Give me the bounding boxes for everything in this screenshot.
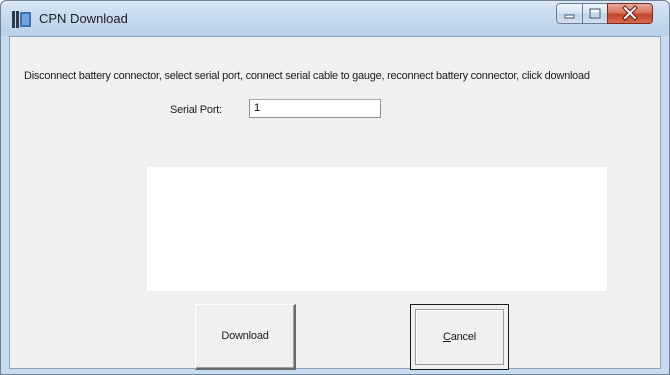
maximize-icon bbox=[589, 8, 601, 19]
cpn-download-window: CPN Download Disconnect battery connecto… bbox=[0, 0, 670, 375]
serial-port-label: Serial Port: bbox=[170, 104, 223, 116]
serial-port-input[interactable]: 1 bbox=[249, 99, 381, 118]
minimize-button[interactable] bbox=[556, 3, 583, 24]
cpn-app-icon bbox=[12, 11, 31, 28]
client-area: Disconnect battery connector, select ser… bbox=[9, 36, 661, 370]
cancel-button-label: Cancel bbox=[443, 331, 476, 343]
cancel-accelerator-key: C bbox=[442, 331, 451, 343]
minimize-icon bbox=[564, 14, 575, 19]
close-icon bbox=[622, 5, 638, 21]
download-button[interactable]: Download bbox=[195, 304, 296, 370]
close-button[interactable] bbox=[607, 3, 653, 24]
maximize-button[interactable] bbox=[582, 3, 608, 24]
cancel-label-rest: ancel bbox=[450, 331, 477, 343]
window-title: CPN Download bbox=[39, 11, 128, 26]
title-bar[interactable]: CPN Download bbox=[1, 1, 669, 36]
cancel-button[interactable]: Cancel bbox=[410, 304, 509, 370]
status-log-area bbox=[147, 167, 607, 291]
instructions-text: Disconnect battery connector, select ser… bbox=[24, 70, 590, 82]
